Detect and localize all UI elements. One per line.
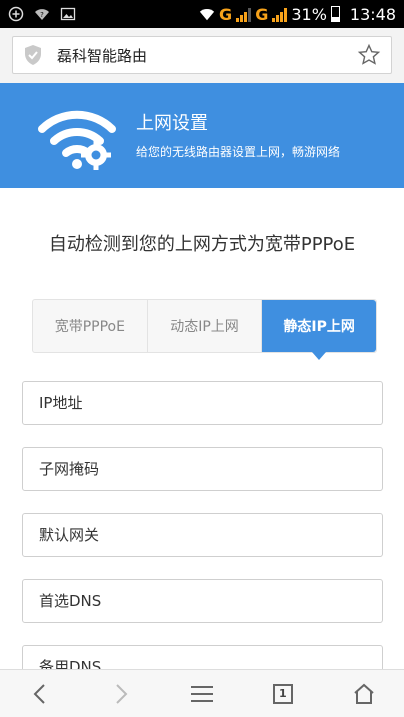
default-gateway-input[interactable] <box>39 526 366 544</box>
tabs-button[interactable]: 1 <box>263 674 303 714</box>
home-button[interactable] <box>344 674 384 714</box>
shield-icon <box>23 44 43 66</box>
signal-icon-1 <box>236 6 252 22</box>
primary-dns-field[interactable] <box>22 579 383 623</box>
chevron-left-icon <box>33 683 46 704</box>
network-type-1: G <box>219 4 233 24</box>
ip-address-input[interactable] <box>39 394 366 412</box>
network-type-2: G <box>255 4 269 24</box>
bookmark-star-icon[interactable] <box>357 43 381 67</box>
status-bar: ? G G 31% 13:48 <box>0 0 404 28</box>
tab-static-ip[interactable]: 静态IP上网 <box>262 300 377 360</box>
detection-message: 自动检测到您的上网方式为宽带PPPoE <box>48 234 356 255</box>
browser-address-area: 磊科智能路由 <box>0 28 404 83</box>
header-banner: 上网设置 给您的无线路由器设置上网，畅游网络 <box>0 83 404 188</box>
menu-icon <box>190 685 213 702</box>
image-icon <box>60 6 76 22</box>
banner-subtitle: 给您的无线路由器设置上网，畅游网络 <box>136 145 341 159</box>
forward-button[interactable] <box>101 674 141 714</box>
home-icon <box>353 683 374 704</box>
clock: 13:48 <box>349 4 396 24</box>
banner-title: 上网设置 <box>136 113 208 134</box>
back-button[interactable] <box>20 674 60 714</box>
battery-percentage: 31% <box>291 4 327 24</box>
chevron-right-icon <box>116 683 128 704</box>
wifi-settings-icon <box>38 101 116 171</box>
default-gateway-field[interactable] <box>22 513 383 557</box>
wifi-unknown-icon: ? <box>34 6 50 22</box>
browser-bottom-nav: 1 <box>0 669 404 717</box>
page-title: 磊科智能路由 <box>57 46 148 65</box>
subnet-mask-input[interactable] <box>39 460 366 478</box>
add-circle-icon <box>8 6 24 22</box>
subnet-mask-field[interactable] <box>22 447 383 491</box>
tab-dynamic-ip[interactable]: 动态IP上网 <box>148 300 263 352</box>
connection-type-tabs: 宽带PPPoE 动态IP上网 静态IP上网 <box>32 299 377 360</box>
ip-address-field[interactable] <box>22 381 383 425</box>
tab-count: 1 <box>272 683 293 704</box>
primary-dns-input[interactable] <box>39 592 366 610</box>
address-bar[interactable]: 磊科智能路由 <box>12 36 392 74</box>
menu-button[interactable] <box>182 674 222 714</box>
battery-icon <box>330 6 340 22</box>
signal-icon-2 <box>272 6 288 22</box>
tab-pppoe[interactable]: 宽带PPPoE <box>33 300 148 352</box>
svg-text:?: ? <box>40 11 44 19</box>
wifi-icon <box>199 6 215 22</box>
